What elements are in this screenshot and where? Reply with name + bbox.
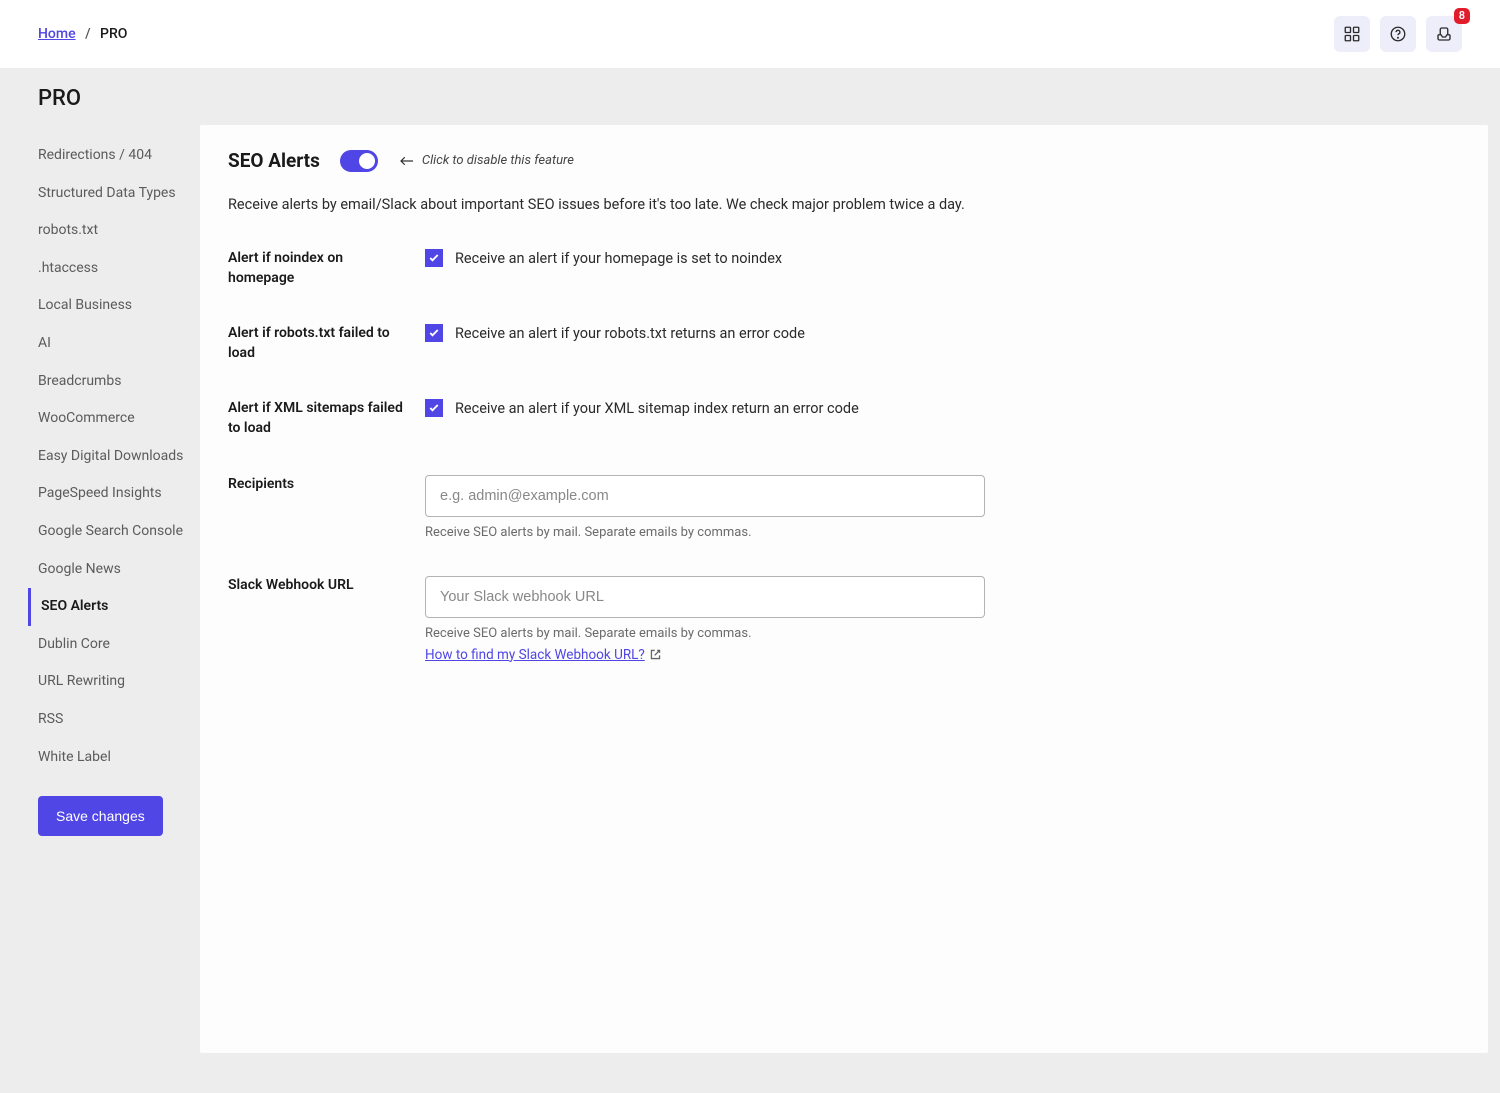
topbar-actions: 8 [1334, 16, 1462, 52]
layout: Redirections / 404 Structured Data Types… [0, 125, 1500, 1093]
sidebar-item-white-label[interactable]: White Label [38, 739, 200, 777]
page-header: PRO [0, 68, 1500, 125]
toggle-hint-text: Click to disable this feature [422, 153, 574, 168]
page-title: PRO [38, 86, 1462, 111]
grid-icon [1343, 25, 1361, 43]
sidebar-item-local-business[interactable]: Local Business [38, 287, 200, 325]
notification-badge: 8 [1454, 8, 1470, 24]
sidebar-item-url-rewriting[interactable]: URL Rewriting [38, 663, 200, 701]
checkbox-sitemap-label: Receive an alert if your XML sitemap ind… [455, 400, 859, 417]
recipients-input[interactable] [425, 475, 985, 517]
field-sitemap-label: Alert if XML sitemaps failed to load [228, 399, 425, 438]
help-icon [1389, 25, 1407, 43]
sidebar-item-rss[interactable]: RSS [38, 701, 200, 739]
sidebar-item-breadcrumbs[interactable]: Breadcrumbs [38, 363, 200, 401]
checkbox-sitemap[interactable] [425, 399, 443, 417]
inbox-icon-button[interactable]: 8 [1426, 16, 1462, 52]
slack-link-text: How to find my Slack Webhook URL? [425, 647, 645, 663]
field-slack: Slack Webhook URL Receive SEO alerts by … [228, 576, 1460, 663]
checkbox-noindex-label: Receive an alert if your homepage is set… [455, 250, 782, 267]
slack-webhook-input[interactable] [425, 576, 985, 618]
help-icon-button[interactable] [1380, 16, 1416, 52]
sidebar-item-edd[interactable]: Easy Digital Downloads [38, 438, 200, 476]
feature-toggle[interactable] [340, 150, 378, 172]
content-title: SEO Alerts [228, 149, 320, 172]
check-icon [428, 327, 440, 339]
field-sitemap: Alert if XML sitemaps failed to load Rec… [228, 399, 1460, 438]
slack-how-to-link[interactable]: How to find my Slack Webhook URL? [425, 647, 662, 663]
field-noindex-label: Alert if noindex on homepage [228, 249, 425, 288]
breadcrumb-separator: / [85, 26, 90, 42]
content-panel: SEO Alerts Click to disable this feature… [200, 125, 1488, 1053]
sidebar-item-structured-data[interactable]: Structured Data Types [38, 175, 200, 213]
arrow-left-icon [398, 154, 416, 168]
recipients-help: Receive SEO alerts by mail. Separate ema… [425, 525, 985, 540]
field-recipients-label: Recipients [228, 475, 425, 495]
check-icon [428, 252, 440, 264]
inbox-icon [1435, 25, 1453, 43]
breadcrumb-current: PRO [100, 26, 127, 42]
field-recipients: Recipients Receive SEO alerts by mail. S… [228, 475, 1460, 540]
checkbox-noindex[interactable] [425, 249, 443, 267]
breadcrumb: Home / PRO [38, 26, 127, 42]
save-button[interactable]: Save changes [38, 796, 163, 836]
topbar: Home / PRO 8 [0, 0, 1500, 68]
breadcrumb-home[interactable]: Home [38, 26, 76, 42]
toggle-hint: Click to disable this feature [398, 153, 574, 168]
toggle-knob [359, 153, 375, 169]
sidebar-item-gsc[interactable]: Google Search Console [38, 513, 200, 551]
sidebar-nav: Redirections / 404 Structured Data Types… [38, 137, 200, 776]
sidebar-item-pagespeed[interactable]: PageSpeed Insights [38, 475, 200, 513]
sidebar-item-robots-txt[interactable]: robots.txt [38, 212, 200, 250]
field-slack-label: Slack Webhook URL [228, 576, 425, 596]
field-noindex: Alert if noindex on homepage Receive an … [228, 249, 1460, 288]
field-robots-label: Alert if robots.txt failed to load [228, 324, 425, 363]
content-description: Receive alerts by email/Slack about impo… [228, 196, 1460, 213]
sidebar-item-google-news[interactable]: Google News [38, 551, 200, 589]
slack-help: Receive SEO alerts by mail. Separate ema… [425, 626, 985, 641]
checkbox-robots[interactable] [425, 324, 443, 342]
sidebar-item-woocommerce[interactable]: WooCommerce [38, 400, 200, 438]
grid-icon-button[interactable] [1334, 16, 1370, 52]
checkbox-robots-label: Receive an alert if your robots.txt retu… [455, 325, 805, 342]
field-robots: Alert if robots.txt failed to load Recei… [228, 324, 1460, 363]
content-header: SEO Alerts Click to disable this feature [228, 149, 1460, 172]
sidebar-item-ai[interactable]: AI [38, 325, 200, 363]
sidebar: Redirections / 404 Structured Data Types… [0, 125, 200, 1053]
sidebar-item-seo-alerts[interactable]: SEO Alerts [28, 588, 200, 626]
sidebar-item-redirections[interactable]: Redirections / 404 [38, 137, 200, 175]
sidebar-item-dublin-core[interactable]: Dublin Core [38, 626, 200, 664]
check-icon [428, 402, 440, 414]
external-link-icon [649, 648, 662, 661]
sidebar-item-htaccess[interactable]: .htaccess [38, 250, 200, 288]
